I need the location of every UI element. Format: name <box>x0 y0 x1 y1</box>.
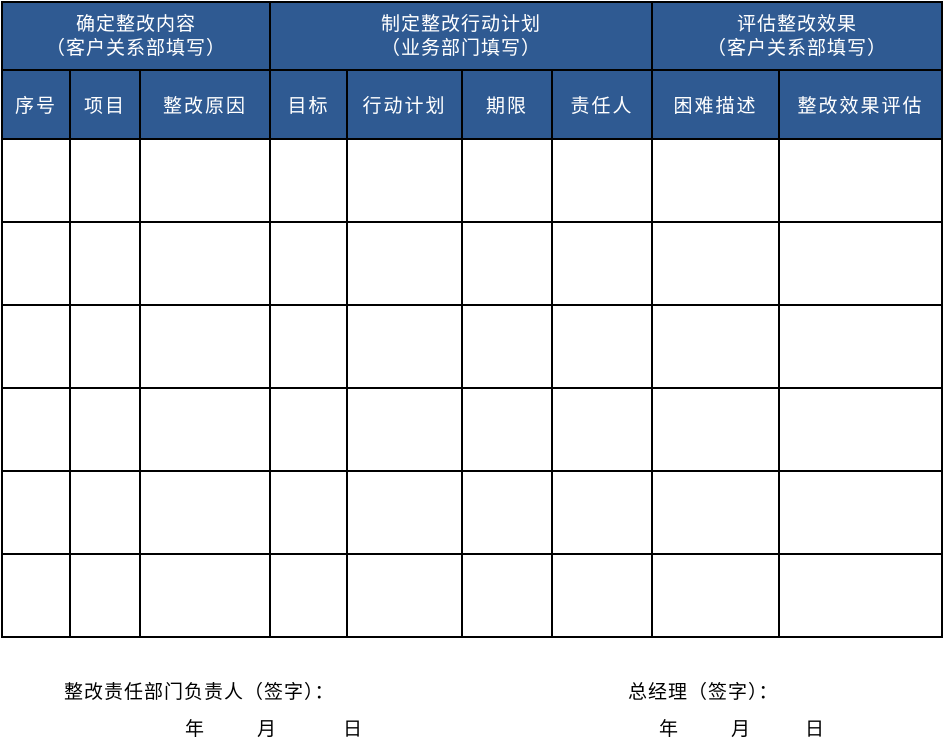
group-subtitle: （客户关系部填写） <box>706 37 887 59</box>
table-cell[interactable] <box>651 387 780 472</box>
table-row <box>1 138 943 223</box>
table-cell[interactable] <box>346 470 463 555</box>
table-cell[interactable] <box>778 387 943 472</box>
table-cell[interactable] <box>551 138 653 223</box>
table-cell[interactable] <box>461 387 553 472</box>
table-cell[interactable] <box>551 470 653 555</box>
column-header-index: 序号 <box>1 69 71 140</box>
table-cell[interactable] <box>1 138 71 223</box>
table-cell[interactable] <box>461 138 553 223</box>
column-header-item: 项目 <box>69 69 141 140</box>
table-cell[interactable] <box>461 470 553 555</box>
table-cell[interactable] <box>1 304 71 389</box>
table-cell[interactable] <box>778 221 943 306</box>
table-row <box>1 221 943 306</box>
group-subtitle: （业务部门填写） <box>380 37 541 59</box>
table-cell[interactable] <box>139 138 271 223</box>
left-date-day-label: 日 <box>343 718 364 740</box>
column-header-row: 序号 项目 整改原因 目标 行动计划 期限 责任人 困难描述 整改效果评估 <box>1 69 943 140</box>
table-cell[interactable] <box>551 304 653 389</box>
table-cell[interactable] <box>346 387 463 472</box>
table-cell[interactable] <box>346 221 463 306</box>
group-title: 制定整改行动计划 <box>380 13 541 35</box>
table-cell[interactable] <box>139 221 271 306</box>
table-cell[interactable] <box>1 387 71 472</box>
group-title: 确定整改内容 <box>75 13 196 35</box>
table-cell[interactable] <box>69 387 141 472</box>
left-date-month-label: 月 <box>257 718 278 740</box>
table-cell[interactable] <box>778 304 943 389</box>
column-header-reason: 整改原因 <box>139 69 271 140</box>
table-cell[interactable] <box>69 221 141 306</box>
table-row <box>1 470 943 555</box>
table-cell[interactable] <box>1 221 71 306</box>
table-cell[interactable] <box>69 304 141 389</box>
table-cell[interactable] <box>1 553 71 638</box>
table-cell[interactable] <box>551 387 653 472</box>
table-cell[interactable] <box>551 221 653 306</box>
group-header-row: 确定整改内容 （客户关系部填写） 制定整改行动计划 （业务部门填写） 评估整改效… <box>1 1 943 71</box>
table-cell[interactable] <box>461 553 553 638</box>
table-cell[interactable] <box>551 553 653 638</box>
table-cell[interactable] <box>778 138 943 223</box>
table-row <box>1 304 943 389</box>
right-date-year-label: 年 <box>659 718 680 740</box>
table-cell[interactable] <box>651 221 780 306</box>
table-cell[interactable] <box>346 304 463 389</box>
table-cell[interactable] <box>651 304 780 389</box>
group-header-action-plan: 制定整改行动计划 （业务部门填写） <box>269 1 653 71</box>
table-cell[interactable] <box>139 470 271 555</box>
table-cell[interactable] <box>651 138 780 223</box>
table-cell[interactable] <box>139 553 271 638</box>
table-cell[interactable] <box>69 470 141 555</box>
table-row <box>1 387 943 472</box>
general-manager-signature-label: 总经理（签字）： <box>628 681 779 703</box>
table-cell[interactable] <box>69 138 141 223</box>
rectification-form: 确定整改内容 （客户关系部填写） 制定整改行动计划 （业务部门填写） 评估整改效… <box>0 0 945 756</box>
column-header-deadline: 期限 <box>461 69 553 140</box>
column-header-effect-evaluation: 整改效果评估 <box>778 69 943 140</box>
table-cell[interactable] <box>1 470 71 555</box>
group-title: 评估整改效果 <box>736 13 857 35</box>
table-row <box>1 553 943 638</box>
table-cell[interactable] <box>269 387 348 472</box>
group-subtitle: （客户关系部填写） <box>45 37 226 59</box>
table-cell[interactable] <box>69 553 141 638</box>
column-header-action-plan: 行动计划 <box>346 69 463 140</box>
table-cell[interactable] <box>139 304 271 389</box>
table-cell[interactable] <box>778 553 943 638</box>
table-cell[interactable] <box>269 553 348 638</box>
table-cell[interactable] <box>269 221 348 306</box>
group-header-evaluation: 评估整改效果 （客户关系部填写） <box>651 1 943 71</box>
column-header-owner: 责任人 <box>551 69 653 140</box>
table-cell[interactable] <box>651 553 780 638</box>
column-header-difficulty: 困难描述 <box>651 69 780 140</box>
table-cell[interactable] <box>461 304 553 389</box>
right-date-month-label: 月 <box>731 718 752 740</box>
department-head-signature-label: 整改责任部门负责人（签字）： <box>64 681 335 703</box>
table-cell[interactable] <box>269 470 348 555</box>
left-date-year-label: 年 <box>185 718 206 740</box>
table-cell[interactable] <box>269 138 348 223</box>
rectification-table: 确定整改内容 （客户关系部填写） 制定整改行动计划 （业务部门填写） 评估整改效… <box>1 1 943 638</box>
column-header-goal: 目标 <box>269 69 348 140</box>
table-cell[interactable] <box>346 553 463 638</box>
table-cell[interactable] <box>461 221 553 306</box>
table-cell[interactable] <box>269 304 348 389</box>
table-cell[interactable] <box>651 470 780 555</box>
right-date-day-label: 日 <box>805 718 826 740</box>
table-cell[interactable] <box>778 470 943 555</box>
table-cell[interactable] <box>346 138 463 223</box>
table-cell[interactable] <box>139 387 271 472</box>
group-header-content: 确定整改内容 （客户关系部填写） <box>1 1 271 71</box>
